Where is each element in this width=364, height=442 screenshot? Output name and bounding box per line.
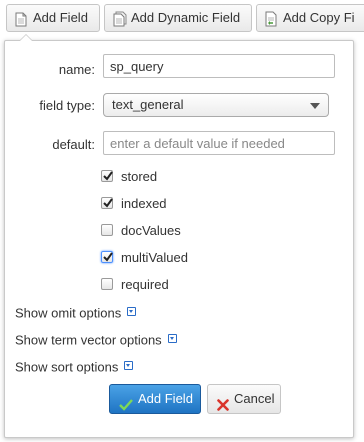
show-sort-options-label: Show sort options: [15, 359, 119, 375]
cancel-button[interactable]: Cancel: [207, 384, 281, 414]
docvalues-label: docValues: [121, 223, 181, 238]
field-type-value: text_general: [112, 97, 184, 112]
schema-add-field-screen: Add Field Add Dynamic Field Add Copy Fi …: [0, 0, 364, 442]
show-omit-options-toggle[interactable]: Show omit options: [15, 304, 137, 322]
default-label: default:: [52, 137, 95, 152]
multivalued-checkbox[interactable]: [101, 251, 113, 263]
show-sort-options-toggle[interactable]: Show sort options: [15, 358, 134, 376]
expand-down-icon: [167, 334, 177, 344]
show-term-vector-options-toggle[interactable]: Show term vector options: [15, 331, 177, 349]
stacked-documents-icon: [113, 10, 127, 31]
name-label: name:: [58, 62, 95, 77]
default-input[interactable]: [103, 131, 335, 155]
add-field-label: Add Field: [33, 10, 88, 25]
toolbar: Add Field Add Dynamic Field Add Copy Fi: [0, 0, 364, 40]
required-checkbox[interactable]: [101, 278, 113, 290]
indexed-label: indexed: [121, 196, 167, 211]
stored-label: stored: [121, 169, 158, 184]
add-field-panel: name: field type: text_general default: …: [4, 34, 354, 438]
expand-down-icon: [127, 307, 137, 317]
cancel-label: Cancel: [234, 391, 275, 406]
add-copy-field-button[interactable]: Add Copy Fi: [256, 4, 364, 32]
field-type-label: field type:: [39, 98, 95, 113]
check-icon: [119, 393, 133, 421]
x-icon: [217, 393, 229, 421]
add-dynamic-field-label: Add Dynamic Field: [131, 10, 241, 25]
document-icon: [15, 10, 27, 31]
add-copy-field-label: Add Copy Fi: [283, 10, 355, 25]
copy-document-icon: [265, 10, 278, 31]
expand-down-icon: [124, 361, 134, 371]
add-dynamic-field-button[interactable]: Add Dynamic Field: [104, 4, 252, 32]
multivalued-label: multiValued: [121, 250, 188, 265]
panel-caret: [19, 34, 33, 41]
show-term-vector-options-label: Show term vector options: [15, 332, 162, 348]
field-type-select[interactable]: text_general: [103, 93, 329, 117]
docvalues-checkbox[interactable]: [101, 224, 113, 236]
stored-checkbox[interactable]: [101, 170, 113, 182]
chevron-down-icon: [310, 103, 320, 109]
required-label: required: [121, 277, 169, 292]
show-omit-options-label: Show omit options: [15, 305, 122, 321]
indexed-checkbox[interactable]: [101, 197, 113, 209]
name-input[interactable]: [103, 54, 335, 78]
submit-add-field-button[interactable]: Add Field: [109, 384, 201, 414]
submit-add-field-label: Add Field: [138, 391, 193, 406]
add-field-button[interactable]: Add Field: [6, 4, 100, 32]
